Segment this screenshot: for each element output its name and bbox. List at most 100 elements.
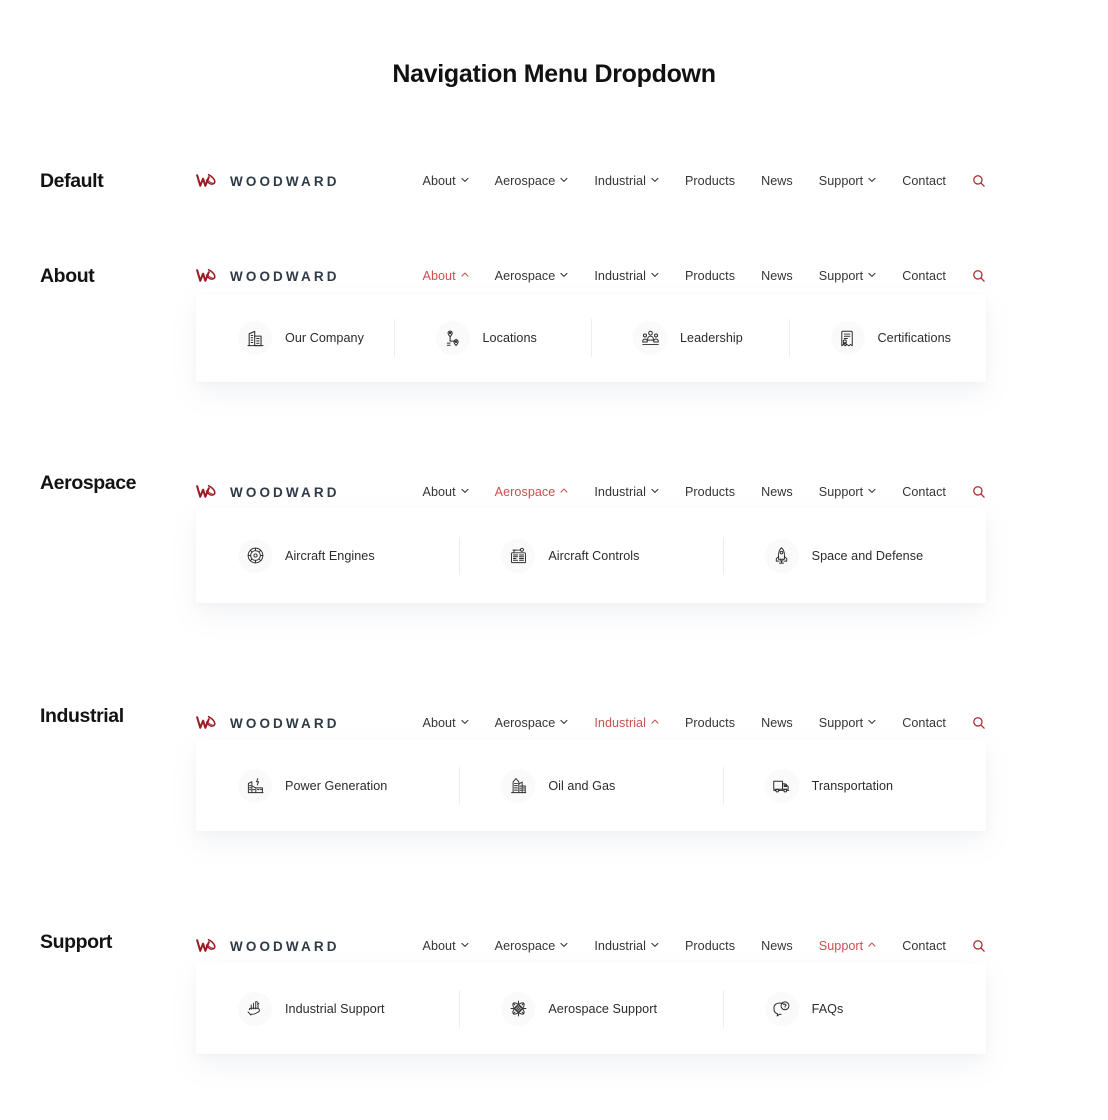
nav-item-industrial[interactable]: Industrial	[581, 174, 672, 188]
brand-logo[interactable]: WOODWARD	[196, 936, 340, 956]
dropdown-item-aerospace-support[interactable]: Aerospace Support	[459, 963, 722, 1054]
nav-item-support[interactable]: Support	[806, 939, 889, 953]
dropdown-panel-about: Our Company Locations Leadership Certificat…	[196, 294, 986, 382]
nav-item-aerospace[interactable]: Aerospace	[482, 939, 582, 953]
nav-item-products[interactable]: Products	[672, 485, 748, 499]
nav-item-news[interactable]: News	[748, 716, 806, 730]
nav-item-news[interactable]: News	[748, 174, 806, 188]
power-plant-icon	[238, 768, 272, 803]
page-title: Navigation Menu Dropdown	[392, 60, 716, 88]
nav-item-aerospace[interactable]: Aerospace	[482, 485, 582, 499]
search-icon[interactable]	[959, 485, 986, 499]
nav-item-label: Industrial	[594, 174, 646, 188]
dropdown-item-leadership[interactable]: Leadership	[591, 294, 789, 382]
building-icon	[238, 321, 272, 355]
search-icon[interactable]	[959, 939, 986, 953]
chevron-up-icon	[461, 271, 469, 279]
state-label-industrial: Industrial	[40, 705, 124, 727]
dropdown-item-aircraft-controls[interactable]: Aircraft Controls	[459, 508, 722, 603]
nav-item-news[interactable]: News	[748, 269, 806, 283]
dropdown-item-our-company[interactable]: Our Company	[196, 294, 394, 382]
nav-item-label: Contact	[902, 716, 946, 730]
nav-item-industrial[interactable]: Industrial	[581, 485, 672, 499]
nav-item-about[interactable]: About	[410, 716, 482, 730]
navbar-industrial: WOODWARD About Aerospace Industrial Products…	[196, 706, 986, 740]
dropdown-item-transportation[interactable]: Transportation	[723, 740, 986, 831]
nav-items: About Aerospace Industrial Products News Supp…	[410, 174, 987, 188]
woodward-logo-icon	[196, 266, 221, 286]
nav-item-label: Products	[684, 174, 736, 188]
nav-item-industrial[interactable]: Industrial	[581, 269, 672, 283]
dropdown-item-oil-and-gas[interactable]: Oil and Gas	[459, 740, 722, 831]
dropdown-item-faqs[interactable]: FAQs	[723, 963, 986, 1054]
nav-item-support[interactable]: Support	[806, 174, 889, 188]
nav-item-aerospace[interactable]: Aerospace	[482, 269, 582, 283]
nav-item-label: News	[761, 269, 793, 283]
nav-item-label: About	[422, 174, 456, 188]
question-chat-icon	[764, 991, 799, 1026]
chevron-down-icon	[868, 487, 876, 495]
nav-item-label: News	[761, 485, 793, 499]
search-icon[interactable]	[959, 716, 986, 730]
nav-item-products[interactable]: Products	[672, 939, 748, 953]
nav-item-label: Support	[818, 485, 864, 499]
nav-item-label: Aerospace	[494, 174, 556, 188]
nav-item-news[interactable]: News	[748, 485, 806, 499]
nav-item-about[interactable]: About	[410, 269, 482, 283]
nav-item-about[interactable]: About	[410, 485, 482, 499]
nav-item-support[interactable]: Support	[806, 485, 889, 499]
nav-item-aerospace[interactable]: Aerospace	[482, 716, 582, 730]
nav-item-contact[interactable]: Contact	[889, 269, 959, 283]
nav-item-label: Products	[684, 939, 736, 953]
nav-item-about[interactable]: About	[410, 939, 482, 953]
brand-logo[interactable]: WOODWARD	[196, 713, 340, 733]
nav-item-label: Industrial	[594, 269, 646, 283]
nav-item-label: Industrial	[594, 939, 646, 953]
nav-item-contact[interactable]: Contact	[889, 939, 959, 953]
nav-item-support[interactable]: Support	[806, 716, 889, 730]
dropdown-item-aircraft-engines[interactable]: Aircraft Engines	[196, 508, 459, 603]
nav-item-news[interactable]: News	[748, 939, 806, 953]
dropdown-item-power-generation[interactable]: Power Generation	[196, 740, 459, 831]
brand-logo[interactable]: WOODWARD	[196, 171, 340, 191]
search-icon[interactable]	[959, 269, 986, 283]
nav-item-label: Support	[818, 939, 864, 953]
nav-item-label: About	[422, 716, 456, 730]
dropdown-item-label: Aircraft Controls	[548, 548, 640, 563]
nav-item-aerospace[interactable]: Aerospace	[482, 174, 582, 188]
nav-item-contact[interactable]: Contact	[889, 174, 959, 188]
nav-item-label: Contact	[902, 939, 946, 953]
dropdown-item-industrial-support[interactable]: Industrial Support	[196, 963, 459, 1054]
nav-item-label: Aerospace	[494, 939, 556, 953]
dropdown-item-label: Industrial Support	[285, 1001, 385, 1016]
chevron-down-icon	[651, 487, 659, 495]
nav-items: About Aerospace Industrial Products News Supp…	[410, 939, 987, 953]
chevron-down-icon	[560, 271, 568, 279]
nav-item-industrial[interactable]: Industrial	[581, 939, 672, 953]
nav-items: About Aerospace Industrial Products News Supp…	[410, 269, 987, 283]
chevron-down-icon	[461, 941, 469, 949]
dropdown-item-certifications[interactable]: Certifications	[789, 294, 987, 382]
dropdown-panel-industrial: Power Generation Oil and Gas Transportatio…	[196, 740, 986, 831]
nav-item-about[interactable]: About	[410, 174, 482, 188]
nav-item-contact[interactable]: Contact	[889, 716, 959, 730]
nav-item-label: News	[761, 174, 793, 188]
nav-item-label: Aerospace	[494, 485, 556, 499]
brand-logo[interactable]: WOODWARD	[196, 482, 340, 502]
dropdown-item-space-and-defense[interactable]: Space and Defense	[723, 508, 986, 603]
search-icon[interactable]	[959, 174, 986, 188]
dropdown-item-label: Power Generation	[285, 778, 388, 793]
nav-item-products[interactable]: Products	[672, 269, 748, 283]
chevron-down-icon	[461, 487, 469, 495]
dropdown-panel-support: Industrial Support Aerospace Support FAQs	[196, 963, 986, 1054]
chevron-down-icon	[868, 176, 876, 184]
navbar-default: WOODWARD About Aerospace Industrial Products…	[196, 164, 986, 198]
nav-item-industrial[interactable]: Industrial	[581, 716, 672, 730]
nav-item-products[interactable]: Products	[672, 716, 748, 730]
nav-item-support[interactable]: Support	[806, 269, 889, 283]
dropdown-item-locations[interactable]: Locations	[394, 294, 592, 382]
brand-logo[interactable]: WOODWARD	[196, 266, 340, 286]
dropdown-item-label: Locations	[482, 331, 537, 345]
nav-item-products[interactable]: Products	[672, 174, 748, 188]
nav-item-contact[interactable]: Contact	[889, 485, 959, 499]
